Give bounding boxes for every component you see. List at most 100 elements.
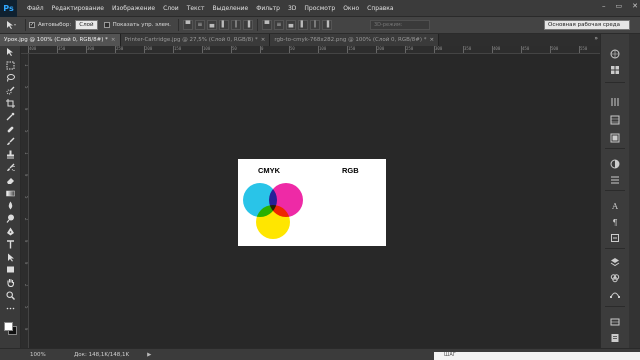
tabs-collapse-icon[interactable]: » bbox=[594, 35, 598, 42]
menu-type[interactable]: Текст bbox=[183, 5, 209, 12]
show-controls-label: Показать упр. элем. bbox=[112, 22, 171, 28]
color-circles-diagram bbox=[243, 183, 377, 239]
dodge-icon[interactable] bbox=[0, 212, 21, 225]
menu-window[interactable]: Окно bbox=[339, 5, 363, 12]
align-hcenter-icon[interactable]: ║ bbox=[230, 20, 241, 30]
type-icon[interactable] bbox=[0, 238, 21, 251]
ruler-horizontal: 400 350 300 250 200 150 100 50 0 50 100 … bbox=[21, 46, 600, 54]
shape-icon[interactable] bbox=[0, 264, 21, 277]
auto-select-dropdown[interactable]: Слой bbox=[75, 20, 98, 30]
history-brush-icon[interactable] bbox=[0, 161, 21, 174]
paragraph-icon[interactable]: ¶ bbox=[609, 216, 621, 228]
status-menu-icon[interactable]: ▶ bbox=[147, 352, 151, 358]
move-icon[interactable] bbox=[0, 46, 21, 59]
distribute-vcenter-icon[interactable]: ≡ bbox=[273, 20, 284, 30]
distribute-top-icon[interactable]: ▀ bbox=[261, 20, 272, 30]
glyphs-icon[interactable] bbox=[609, 232, 621, 244]
timeline-icon[interactable] bbox=[609, 316, 621, 328]
clone-stamp-icon[interactable] bbox=[0, 148, 21, 161]
maximize-button[interactable]: ▭ bbox=[616, 2, 623, 10]
menu-file[interactable]: Файл bbox=[23, 5, 48, 12]
align-vcenter-icon[interactable]: ≡ bbox=[194, 20, 205, 30]
distribute-left-icon[interactable]: ▌ bbox=[297, 20, 308, 30]
layers-icon[interactable] bbox=[609, 256, 621, 268]
show-controls-checkbox[interactable] bbox=[103, 22, 110, 28]
lasso-icon[interactable] bbox=[0, 72, 21, 85]
tab-close-icon[interactable]: × bbox=[261, 37, 266, 43]
gradient-icon[interactable] bbox=[0, 187, 21, 200]
eraser-icon[interactable] bbox=[0, 174, 21, 187]
menu-edit[interactable]: Редактирование bbox=[48, 5, 108, 12]
ruler-tick: 150 bbox=[172, 46, 182, 53]
close-button[interactable]: ✕ bbox=[632, 2, 638, 10]
ruler-tick: 5 bbox=[24, 86, 29, 89]
path-select-icon[interactable] bbox=[0, 251, 21, 264]
tab-printer-cartridge[interactable]: Printer-Cartridge.jpg @ 27,5% (Слой 0, R… bbox=[120, 34, 271, 46]
workspace-dropdown[interactable]: Основная рабочая среда bbox=[544, 20, 630, 30]
brush-icon[interactable] bbox=[0, 136, 21, 149]
tab-label: rgb-to-cmyk-768x282.png @ 100% (Слой 0, … bbox=[274, 37, 427, 43]
options-separator bbox=[256, 19, 258, 31]
align-right-icon[interactable]: ▐ bbox=[242, 20, 253, 30]
blur-icon[interactable] bbox=[0, 200, 21, 213]
swatches-icon[interactable] bbox=[609, 64, 621, 76]
pen-icon[interactable] bbox=[0, 225, 21, 238]
minimize-button[interactable]: – bbox=[602, 2, 606, 10]
quick-select-icon[interactable] bbox=[0, 84, 21, 97]
menu-view[interactable]: Просмотр bbox=[300, 5, 339, 12]
zoom-level[interactable]: 100% bbox=[30, 352, 50, 358]
tab-lesson[interactable]: Урок.jpg @ 100% (Слой 0, RGB/8#) * × bbox=[0, 34, 121, 46]
distribute-bottom-icon[interactable]: ▄ bbox=[285, 20, 296, 30]
document-size: Док: 148,1K/148,1K bbox=[74, 351, 130, 358]
document-image[interactable]: CMYK RGB bbox=[238, 159, 386, 246]
panel-divider bbox=[605, 82, 625, 83]
ruler-tick: 200 bbox=[375, 46, 385, 53]
panel-divider bbox=[605, 148, 625, 149]
healing-icon[interactable] bbox=[0, 123, 21, 136]
foreground-color-swatch[interactable] bbox=[4, 322, 13, 331]
styles-icon[interactable] bbox=[609, 114, 621, 126]
align-bottom-icon[interactable]: ▄ bbox=[206, 20, 217, 30]
properties-icon[interactable] bbox=[609, 158, 621, 170]
crop-icon[interactable] bbox=[0, 97, 21, 110]
distribute-right-icon[interactable]: ▐ bbox=[321, 20, 332, 30]
hand-icon[interactable] bbox=[0, 276, 21, 289]
ruler-tick: 0 bbox=[24, 108, 29, 111]
tab-close-icon[interactable]: × bbox=[430, 37, 435, 43]
distribute-hcenter-icon[interactable]: ║ bbox=[309, 20, 320, 30]
menu-filter[interactable]: Фильтр bbox=[252, 5, 284, 12]
auto-select-label: Автовыбор: bbox=[38, 22, 72, 28]
options-separator bbox=[25, 19, 26, 31]
ruler-tick: 550 bbox=[578, 46, 588, 53]
character-icon[interactable]: A bbox=[609, 200, 621, 212]
notes-icon[interactable] bbox=[609, 332, 621, 344]
eyedropper-icon[interactable] bbox=[0, 110, 21, 123]
menu-image[interactable]: Изображение bbox=[108, 5, 159, 12]
panel-collapse-strip[interactable] bbox=[629, 34, 640, 348]
3d-mode-label[interactable]: 3D-режим: bbox=[370, 20, 430, 30]
zoom-icon[interactable] bbox=[0, 289, 21, 302]
auto-select-checkbox[interactable]: ✓ bbox=[29, 22, 35, 28]
ruler-tick: 100 bbox=[201, 46, 211, 53]
align-top-icon[interactable]: ▀ bbox=[182, 20, 193, 30]
menu-layers[interactable]: Слои bbox=[159, 5, 183, 12]
brush-panel-icon[interactable] bbox=[609, 174, 621, 186]
color-icon[interactable] bbox=[609, 48, 621, 60]
ruler-tick: 1 bbox=[24, 64, 29, 67]
paths-icon[interactable] bbox=[609, 288, 621, 300]
more-tools-icon[interactable] bbox=[0, 302, 21, 315]
ruler-tick: 300 bbox=[85, 46, 95, 53]
move-tool-preset-icon[interactable] bbox=[0, 18, 22, 32]
channels-icon[interactable] bbox=[609, 272, 621, 284]
menu-select[interactable]: Выделение bbox=[208, 5, 252, 12]
tab-rgb-to-cmyk[interactable]: rgb-to-cmyk-768x282.png @ 100% (Слой 0, … bbox=[270, 34, 440, 46]
history-icon[interactable] bbox=[609, 132, 621, 144]
canvas-area[interactable]: CMYK RGB bbox=[29, 54, 600, 348]
tab-close-icon[interactable]: × bbox=[111, 37, 116, 43]
menu-help[interactable]: Справка bbox=[363, 5, 397, 12]
menu-3d[interactable]: 3D bbox=[284, 5, 300, 12]
marquee-icon[interactable] bbox=[0, 59, 21, 72]
align-left-icon[interactable]: ▌ bbox=[218, 20, 229, 30]
yellow-circle bbox=[256, 205, 290, 239]
adjustments-icon[interactable] bbox=[609, 96, 621, 108]
